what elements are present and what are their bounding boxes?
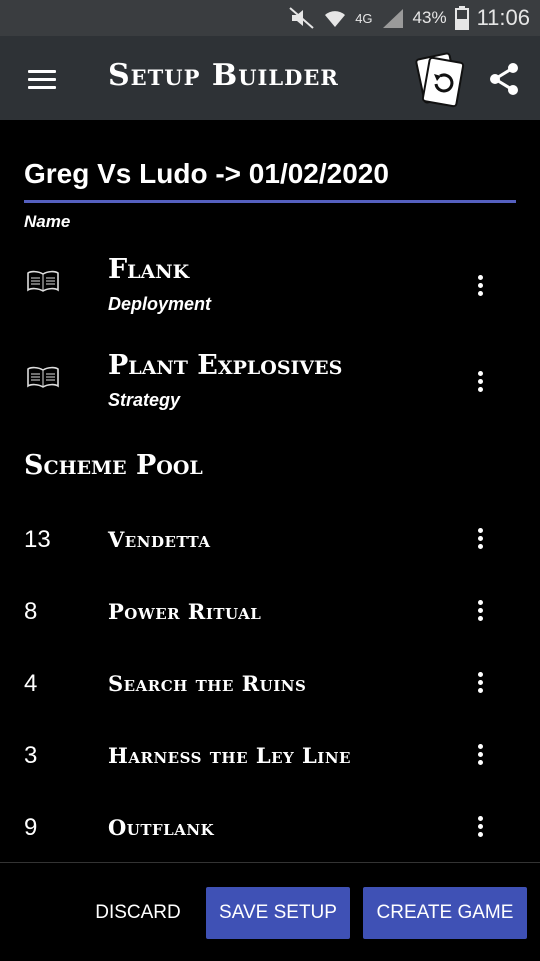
scheme-row[interactable]: 8 Power Ritual [0,590,540,634]
more-vert-icon[interactable] [470,669,490,699]
scheme-number: 4 [24,670,38,697]
app-bar: Setup Builder [0,36,540,120]
reset-card-icon[interactable] [410,50,468,108]
card-title: Flank [108,254,190,285]
scheme-number: 9 [24,814,38,841]
menu-icon[interactable] [28,70,56,90]
more-vert-icon[interactable] [470,272,490,302]
book-icon [27,270,59,292]
scheme-name: Outflank [108,815,215,840]
setup-name-field[interactable]: Greg Vs Ludo -> 01/02/2020 [24,158,516,203]
scheme-row[interactable]: 9 Outflank [0,806,540,850]
more-vert-icon[interactable] [470,813,490,843]
setup-content: Greg Vs Ludo -> 01/02/2020 Name Flank De… [0,120,540,862]
wifi-icon [325,11,346,27]
scheme-pool-heading: Scheme Pool [24,450,203,481]
more-vert-icon[interactable] [470,368,490,398]
status-bar: 4G 43% 11:06 [0,0,540,36]
share-icon[interactable] [488,62,520,96]
scheme-row[interactable]: 4 Search the Ruins [0,662,540,706]
signal-icon [382,9,403,28]
card-type: Strategy [108,390,181,410]
card-title: Plant Explosives [108,350,343,381]
scheme-name: Power Ritual [108,599,262,624]
more-vert-icon[interactable] [470,741,490,771]
card-type: Deployment [108,294,212,314]
card-row-deployment[interactable]: Flank Deployment [0,250,540,330]
clock: 11:06 [476,5,530,30]
card-row-strategy[interactable]: Plant Explosives Strategy [0,346,540,426]
discard-button[interactable]: DISCARD [84,887,192,939]
scheme-name: Vendetta [108,527,211,552]
scheme-number: 3 [24,742,38,769]
save-setup-button[interactable]: SAVE SETUP [206,887,350,939]
create-game-button[interactable]: CREATE GAME [363,887,527,939]
scheme-name: Search the Ruins [108,671,307,696]
scheme-number: 13 [24,526,51,553]
battery-percent: 43% [412,8,447,27]
scheme-row[interactable]: 13 Vendetta [0,518,540,562]
scheme-number: 8 [24,598,38,625]
scheme-row[interactable]: 3 Harness the Ley Line [0,734,540,778]
action-bar: DISCARD SAVE SETUP CREATE GAME [0,862,540,961]
more-vert-icon[interactable] [470,597,490,627]
scheme-name: Harness the Ley Line [108,743,351,768]
network-type: 4G [355,10,373,26]
mute-icon [289,7,314,29]
setup-name-label: Name [24,212,71,231]
battery-icon [454,6,469,30]
more-vert-icon[interactable] [470,525,490,555]
book-icon [27,366,59,388]
page-title: Setup Builder [108,58,339,93]
